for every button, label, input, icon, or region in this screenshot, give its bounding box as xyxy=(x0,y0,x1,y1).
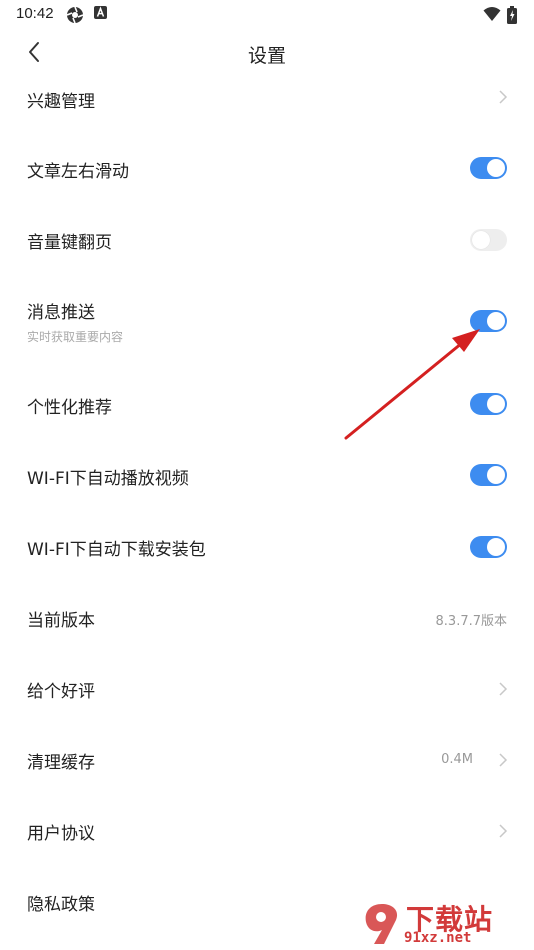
setting-row-version: 当前版本 8.3.7.7版本 xyxy=(0,584,534,650)
cache-value: 0.4M xyxy=(441,752,473,767)
chevron-right-icon xyxy=(499,682,508,696)
aperture-icon xyxy=(66,6,84,24)
swipe-toggle[interactable] xyxy=(470,157,507,179)
setting-label: 清理缓存 xyxy=(27,753,95,773)
volume-key-toggle[interactable] xyxy=(470,229,507,251)
setting-row-personalized: 个性化推荐 xyxy=(0,371,534,437)
setting-row-cache[interactable]: 清理缓存 0.4M xyxy=(0,726,534,792)
status-bar: 10:42 xyxy=(0,0,534,30)
watermark-logo-icon xyxy=(365,904,398,944)
setting-row-wifi-video: WI-FI下自动播放视频 xyxy=(0,442,534,508)
setting-row-interest[interactable]: 兴趣管理 xyxy=(0,63,534,129)
setting-sublabel: 实时获取重要内容 xyxy=(27,330,124,344)
personalized-toggle[interactable] xyxy=(470,393,507,415)
setting-label: 用户协议 xyxy=(27,824,95,844)
setting-label: WI-FI下自动下载安装包 xyxy=(27,540,206,560)
chevron-right-icon xyxy=(499,824,508,838)
setting-label: 文章左右滑动 xyxy=(27,162,129,182)
setting-row-volume-key: 音量键翻页 xyxy=(0,206,534,272)
watermark-url: 91xz.net xyxy=(404,930,472,946)
toggle-knob xyxy=(487,538,505,556)
setting-label: 消息推送 xyxy=(27,303,95,323)
notification-a-icon xyxy=(94,6,107,19)
setting-row-push: 消息推送 实时获取重要内容 xyxy=(0,277,534,357)
chevron-right-icon xyxy=(499,753,508,767)
setting-label: 隐私政策 xyxy=(27,895,95,915)
toggle-knob xyxy=(472,231,490,249)
push-toggle[interactable] xyxy=(470,310,507,332)
chevron-right-icon xyxy=(499,90,508,104)
setting-row-wifi-download: WI-FI下自动下载安装包 xyxy=(0,513,534,579)
battery-charging-icon xyxy=(507,6,517,24)
wifi-icon xyxy=(483,7,501,21)
setting-label: WI-FI下自动播放视频 xyxy=(27,469,189,489)
toggle-knob xyxy=(487,312,505,330)
setting-label: 音量键翻页 xyxy=(27,233,112,253)
setting-label: 兴趣管理 xyxy=(27,92,95,112)
toggle-knob xyxy=(487,395,505,413)
watermark: 下载站 91xz.net xyxy=(360,898,530,948)
setting-row-swipe: 文章左右滑动 xyxy=(0,135,534,201)
version-value: 8.3.7.7版本 xyxy=(435,614,507,629)
setting-label: 个性化推荐 xyxy=(27,398,112,418)
wifi-video-toggle[interactable] xyxy=(470,464,507,486)
setting-row-rate[interactable]: 给个好评 xyxy=(0,655,534,721)
toggle-knob xyxy=(487,466,505,484)
setting-label: 给个好评 xyxy=(27,682,95,702)
status-time: 10:42 xyxy=(16,5,54,22)
toggle-knob xyxy=(487,159,505,177)
setting-label: 当前版本 xyxy=(27,611,95,631)
wifi-download-toggle[interactable] xyxy=(470,536,507,558)
setting-row-agreement[interactable]: 用户协议 xyxy=(0,797,534,863)
